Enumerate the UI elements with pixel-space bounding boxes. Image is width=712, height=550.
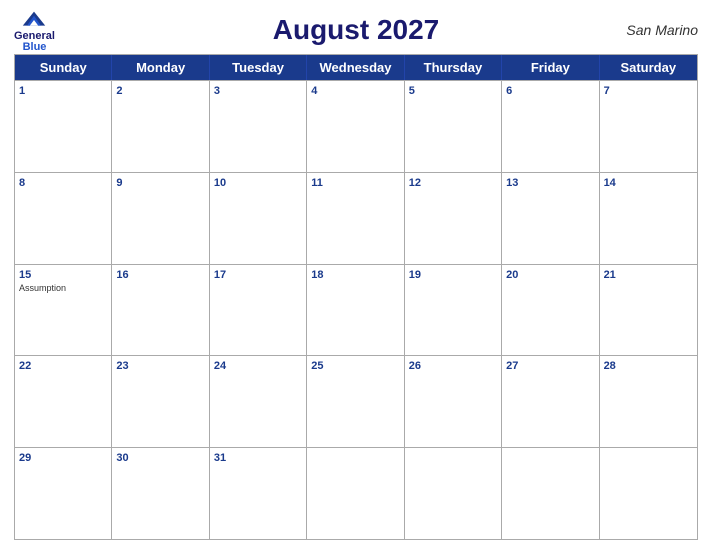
day-number: 3 — [214, 84, 302, 98]
event-label: Assumption — [19, 283, 107, 293]
day-cell: 28 — [600, 356, 697, 447]
day-header-sunday: Sunday — [15, 55, 112, 80]
day-number: 5 — [409, 84, 497, 98]
day-number: 31 — [214, 451, 302, 465]
day-header-friday: Friday — [502, 55, 599, 80]
day-header-wednesday: Wednesday — [307, 55, 404, 80]
day-number: 27 — [506, 359, 594, 373]
day-number: 29 — [19, 451, 107, 465]
day-cell: 14 — [600, 173, 697, 264]
weeks-container: 123456789101112131415Assumption161718192… — [15, 80, 697, 539]
day-cell: 31 — [210, 448, 307, 539]
day-cell: 4 — [307, 81, 404, 172]
day-cell — [405, 448, 502, 539]
day-cell: 10 — [210, 173, 307, 264]
week-row-3: 15Assumption 16 17 18 19 20 21 — [15, 264, 697, 356]
day-number: 9 — [116, 176, 204, 190]
country-label: San Marino — [626, 22, 698, 38]
day-cell: 3 — [210, 81, 307, 172]
day-number: 12 — [409, 176, 497, 190]
day-number: 18 — [311, 268, 399, 282]
day-number: 6 — [506, 84, 594, 98]
logo-icon — [20, 10, 48, 30]
day-header-monday: Monday — [112, 55, 209, 80]
day-number: 14 — [604, 176, 693, 190]
day-cell: 5 — [405, 81, 502, 172]
day-cell: 11 — [307, 173, 404, 264]
day-number: 17 — [214, 268, 302, 282]
day-cell — [600, 448, 697, 539]
day-cell: 15Assumption — [15, 265, 112, 356]
day-cell: 1 — [15, 81, 112, 172]
logo: General Blue — [14, 10, 55, 53]
day-number: 30 — [116, 451, 204, 465]
day-header-tuesday: Tuesday — [210, 55, 307, 80]
week-row-4: 22 23 24 25 26 27 28 — [15, 355, 697, 447]
day-number: 25 — [311, 359, 399, 373]
logo-line2: Blue — [23, 42, 47, 53]
day-number: 28 — [604, 359, 693, 373]
day-cell: 27 — [502, 356, 599, 447]
day-number: 1 — [19, 84, 107, 98]
day-cell: 26 — [405, 356, 502, 447]
day-header-thursday: Thursday — [405, 55, 502, 80]
day-number: 24 — [214, 359, 302, 373]
day-cell: 9 — [112, 173, 209, 264]
day-cell: 12 — [405, 173, 502, 264]
day-number: 13 — [506, 176, 594, 190]
calendar: SundayMondayTuesdayWednesdayThursdayFrid… — [14, 54, 698, 540]
day-cell: 29 — [15, 448, 112, 539]
day-number: 4 — [311, 84, 399, 98]
day-cell — [502, 448, 599, 539]
page-title: August 2027 — [273, 14, 440, 46]
day-headers-row: SundayMondayTuesdayWednesdayThursdayFrid… — [15, 55, 697, 80]
day-cell — [307, 448, 404, 539]
day-cell: 25 — [307, 356, 404, 447]
day-cell: 17 — [210, 265, 307, 356]
day-cell: 13 — [502, 173, 599, 264]
day-cell: 30 — [112, 448, 209, 539]
day-cell: 22 — [15, 356, 112, 447]
day-cell: 2 — [112, 81, 209, 172]
day-number: 16 — [116, 268, 204, 282]
calendar-header: General Blue August 2027 San Marino — [14, 10, 698, 50]
day-number: 22 — [19, 359, 107, 373]
day-cell: 8 — [15, 173, 112, 264]
day-cell: 16 — [112, 265, 209, 356]
day-cell: 23 — [112, 356, 209, 447]
day-cell: 21 — [600, 265, 697, 356]
day-number: 7 — [604, 84, 693, 98]
day-number: 19 — [409, 268, 497, 282]
day-cell: 19 — [405, 265, 502, 356]
day-number: 15 — [19, 268, 107, 282]
week-row-2: 89 10 11 12 13 14 — [15, 172, 697, 264]
day-number: 10 — [214, 176, 302, 190]
day-number: 26 — [409, 359, 497, 373]
day-number: 20 — [506, 268, 594, 282]
day-cell: 18 — [307, 265, 404, 356]
week-row-5: 29 30 31 — [15, 447, 697, 539]
day-cell: 24 — [210, 356, 307, 447]
day-cell: 6 — [502, 81, 599, 172]
day-number: 8 — [19, 176, 107, 190]
day-header-saturday: Saturday — [600, 55, 697, 80]
day-cell: 7 — [600, 81, 697, 172]
day-number: 11 — [311, 176, 399, 190]
day-number: 2 — [116, 84, 204, 98]
day-number: 23 — [116, 359, 204, 373]
day-cell: 20 — [502, 265, 599, 356]
day-number: 21 — [604, 268, 693, 282]
week-row-1: 1234567 — [15, 80, 697, 172]
